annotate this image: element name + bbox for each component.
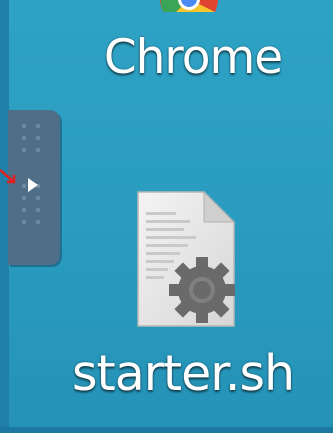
screen-bottom-edge — [0, 427, 333, 433]
chrome-label[interactable]: Chrome — [63, 30, 323, 85]
desktop: Chrome starter.sh — [0, 0, 333, 433]
side-panel-handle[interactable] — [8, 110, 60, 265]
grip-dots-icon — [22, 124, 46, 224]
shell-script-file-icon[interactable] — [130, 190, 240, 330]
chrome-icon[interactable] — [160, 0, 218, 12]
starter-sh-label[interactable]: starter.sh — [43, 345, 323, 402]
expand-arrow-icon[interactable] — [28, 178, 38, 192]
annotation-arrow-icon — [0, 169, 16, 184]
